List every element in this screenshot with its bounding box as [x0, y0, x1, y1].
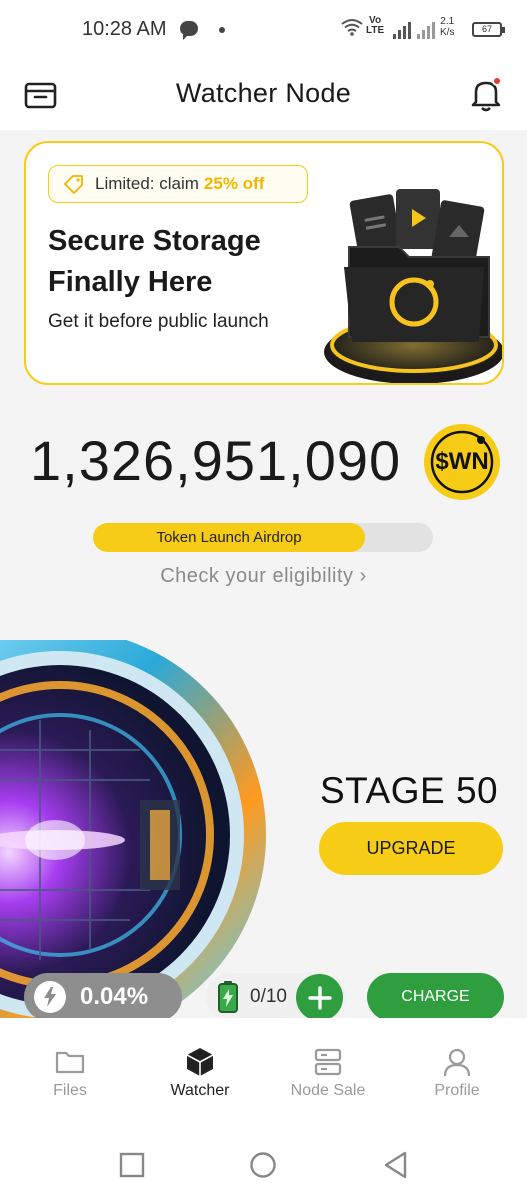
- storage-folder-illustration: [324, 189, 502, 383]
- home-icon[interactable]: [249, 1151, 277, 1179]
- system-navigation-bar: [0, 1120, 527, 1200]
- user-icon: [443, 1048, 471, 1077]
- lightning-icon: [34, 981, 66, 1013]
- balance-row: 1,326,951,090 $WN: [0, 420, 527, 510]
- promo-title: Secure Storage Finally Here: [48, 225, 261, 298]
- tab-label: Profile: [434, 1082, 480, 1099]
- token-balance: 1,326,951,090: [30, 429, 402, 492]
- status-bar: 10:28 AM Vo LTE 2.1 K/s 67: [0, 0, 527, 60]
- airdrop-progress-bar: Token Launch Airdrop: [93, 523, 433, 552]
- plus-icon: [307, 985, 332, 1010]
- mining-rate-pill: 0.04%: [24, 973, 182, 1021]
- tab-label: Files: [53, 1082, 87, 1099]
- battery-icon: 67: [472, 22, 505, 37]
- promo-tag-discount: 25% off: [203, 174, 265, 193]
- tab-files[interactable]: Files: [5, 1018, 135, 1120]
- wifi-icon: [341, 19, 363, 36]
- signal-icon: [393, 22, 435, 39]
- add-energy-button[interactable]: [296, 974, 343, 1021]
- watcher-orb-illustration: [0, 640, 266, 1020]
- volte-indicator: Vo LTE: [366, 15, 385, 36]
- battery-charge-icon: [218, 981, 238, 1013]
- tab-label: Node Sale: [290, 1082, 366, 1099]
- cube-icon: [186, 1048, 214, 1076]
- promo-banner[interactable]: Limited: claim 25% off Secure Storage Fi…: [24, 141, 504, 385]
- upgrade-button[interactable]: UPGRADE: [319, 822, 503, 875]
- tab-profile[interactable]: Profile: [392, 1018, 522, 1120]
- status-time: 10:28 AM: [82, 18, 167, 40]
- back-icon[interactable]: [383, 1151, 409, 1179]
- price-tag-icon: [64, 175, 83, 194]
- notification-badge: [492, 76, 502, 86]
- network-speed: 2.1 K/s: [440, 16, 455, 38]
- mining-rate-value: 0.04%: [80, 983, 149, 1010]
- promo-tag: Limited: claim 25% off: [48, 165, 308, 203]
- token-coin-icon: $WN: [424, 424, 500, 500]
- more-notifications-dot: [219, 27, 225, 33]
- tab-watcher[interactable]: Watcher: [135, 1018, 265, 1120]
- tab-node-sale[interactable]: Node Sale: [263, 1018, 393, 1120]
- airdrop-progress-label: Token Launch Airdrop: [156, 529, 302, 546]
- server-icon: [314, 1048, 342, 1076]
- page-title: Watcher Node: [175, 78, 352, 108]
- promo-tag-text: Limited: claim: [95, 174, 199, 193]
- stage-label: STAGE 50: [320, 770, 499, 811]
- tab-label: Watcher: [170, 1082, 230, 1099]
- energy-count: 0/10: [250, 986, 287, 1007]
- check-eligibility-link[interactable]: Check your eligibility ›: [0, 565, 527, 588]
- token-symbol: $WN: [435, 448, 489, 475]
- charge-button[interactable]: CHARGE: [367, 973, 504, 1021]
- notifications-button[interactable]: [466, 74, 506, 114]
- promo-subtitle: Get it before public launch: [48, 311, 269, 332]
- bottom-tab-bar: Files Watcher Node Sale Profile: [0, 1018, 527, 1120]
- folder-icon: [55, 1051, 85, 1074]
- chat-notification-icon: [180, 21, 198, 40]
- recent-apps-icon[interactable]: [119, 1152, 145, 1178]
- app-header: Watcher Node: [0, 60, 527, 130]
